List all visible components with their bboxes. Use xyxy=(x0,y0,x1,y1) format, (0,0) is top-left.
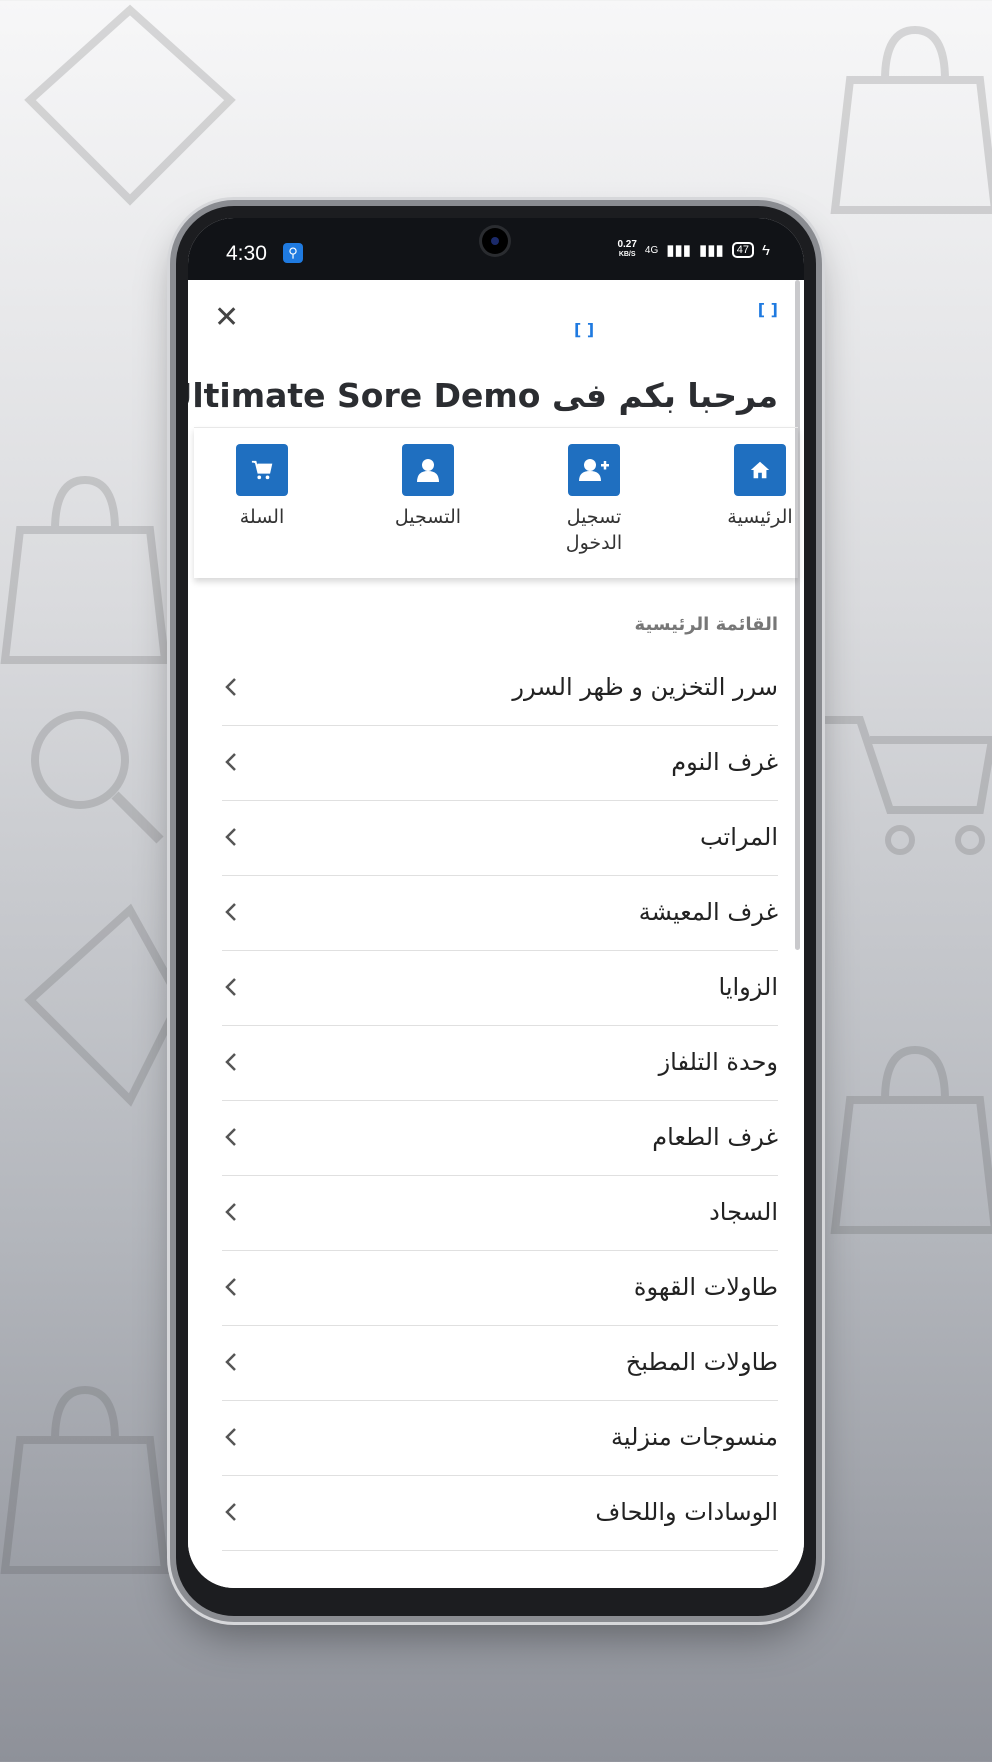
chevron-left-icon xyxy=(225,978,236,996)
network-type: 4G xyxy=(644,244,659,256)
shopping-bag-icon xyxy=(830,25,992,214)
quick-label: تسجيل الدخول xyxy=(565,506,623,554)
bracket-label: [ ] xyxy=(757,300,778,319)
list-item-label: غرف المعيشة xyxy=(638,898,778,926)
signal-icon: ▮▮▮ xyxy=(699,242,724,259)
user-icon xyxy=(402,444,454,496)
status-time: 4:30 xyxy=(226,242,267,265)
signal-icon: ▮▮▮ xyxy=(666,242,692,259)
side-menu: ✕ [ ] [ ] مرحبا بكم فى Ultimate Sore Dem… xyxy=(188,280,804,1588)
list-item[interactable]: وحدة التلفاز xyxy=(222,1026,778,1101)
bracket-label: [ ] xyxy=(574,320,595,339)
chevron-left-icon xyxy=(225,753,236,771)
list-item[interactable]: المراتب xyxy=(222,801,778,876)
user-plus-icon xyxy=(568,444,620,496)
magnifier-icon xyxy=(31,711,164,844)
list-item[interactable]: منسوجات منزلية xyxy=(222,1401,778,1476)
charging-icon: ϟ xyxy=(762,241,770,259)
status-bar: 4:30 ⚲ 0.27 KB/S 4G ▮▮▮ ▮▮▮ 47 ϟ xyxy=(188,218,804,280)
list-item[interactable]: السجاد xyxy=(222,1176,778,1251)
shopping-bag-icon xyxy=(830,1045,992,1234)
chevron-left-icon xyxy=(225,1203,236,1221)
list-item-label: غرف الطعام xyxy=(652,1123,778,1151)
status-indicators: 0.27 KB/S 4G ▮▮▮ ▮▮▮ 47 ϟ xyxy=(617,240,770,260)
cart-icon xyxy=(825,716,992,855)
shopping-bag-icon xyxy=(0,475,170,664)
category-list: سرر التخزين و ظهر السرر غرف النوم المراتب غ… xyxy=(222,651,778,1551)
list-item-label: الوسادات واللحاف xyxy=(595,1498,778,1526)
list-item[interactable]: غرف الطعام xyxy=(222,1101,778,1176)
list-item[interactable]: طاولات القهوة xyxy=(222,1251,778,1326)
usb-icon: ⚲ xyxy=(283,243,303,263)
welcome-title: مرحبا بكم فى Ultimate Sore Demo xyxy=(188,376,778,415)
chevron-left-icon xyxy=(225,1428,236,1446)
list-item-label: غرف النوم xyxy=(671,748,778,776)
home-icon xyxy=(734,444,786,496)
chevron-left-icon xyxy=(225,1053,236,1071)
list-item[interactable]: طاولات المطبخ xyxy=(222,1326,778,1401)
chevron-left-icon xyxy=(225,1128,236,1146)
list-item[interactable]: سرر التخزين و ظهر السرر xyxy=(222,651,778,726)
list-item[interactable]: غرف المعيشة xyxy=(222,876,778,951)
quick-register[interactable]: التسجيل xyxy=(368,444,488,530)
quick-label: السلة xyxy=(239,506,285,528)
list-item-label: سرر التخزين و ظهر السرر xyxy=(512,673,778,701)
list-item-label: السجاد xyxy=(709,1198,778,1226)
list-item-label: طاولات المطبخ xyxy=(625,1348,778,1376)
quick-login[interactable]: تسجيل الدخول xyxy=(534,444,654,556)
network-speed: 0.27 KB/S xyxy=(617,240,636,260)
shopping-bag-icon xyxy=(0,1385,170,1574)
price-tag-icon xyxy=(24,4,236,206)
chevron-left-icon xyxy=(225,1503,236,1521)
quick-label: التسجيل xyxy=(394,506,462,528)
quick-cart[interactable]: السلة xyxy=(202,444,322,530)
scrollbar[interactable] xyxy=(795,280,800,950)
cart-icon xyxy=(236,444,288,496)
chevron-left-icon xyxy=(225,1353,236,1371)
phone-frame: 4:30 ⚲ 0.27 KB/S 4G ▮▮▮ ▮▮▮ 47 ϟ ✕ [ ] [… xyxy=(176,206,816,1616)
chevron-left-icon xyxy=(225,828,236,846)
list-item[interactable]: غرف النوم xyxy=(222,726,778,801)
quick-actions: الرئيسية تسجيل الدخول التسجيل السلة xyxy=(194,427,798,578)
list-item-label: المراتب xyxy=(699,823,778,851)
chevron-left-icon xyxy=(225,678,236,696)
price-tag-icon xyxy=(24,903,180,1107)
battery-level: 47 xyxy=(736,244,750,256)
list-item-label: منسوجات منزلية xyxy=(610,1423,778,1451)
chevron-left-icon xyxy=(225,903,236,921)
close-icon[interactable]: ✕ xyxy=(214,300,239,335)
list-item-label: وحدة التلفاز xyxy=(658,1048,778,1076)
network-speed-value: 0.27 xyxy=(617,239,637,250)
list-item-label: الزوايا xyxy=(718,973,778,1001)
list-item-label: طاولات القهوة xyxy=(633,1273,778,1301)
quick-label: الرئيسية xyxy=(727,506,793,528)
front-camera xyxy=(482,228,508,254)
menu-header: ✕ [ ] [ ] xyxy=(188,280,804,365)
phone-screen: 4:30 ⚲ 0.27 KB/S 4G ▮▮▮ ▮▮▮ 47 ϟ ✕ [ ] [… xyxy=(188,218,804,1588)
chevron-left-icon xyxy=(225,1278,236,1296)
list-item[interactable]: الوسادات واللحاف xyxy=(222,1476,778,1551)
quick-home[interactable]: الرئيسية xyxy=(700,444,804,530)
battery-icon: 47 xyxy=(731,242,755,258)
list-item[interactable]: الزوايا xyxy=(222,951,778,1026)
network-speed-unit: KB/S xyxy=(618,251,636,258)
menu-section-title: القائمة الرئيسية xyxy=(634,614,778,635)
